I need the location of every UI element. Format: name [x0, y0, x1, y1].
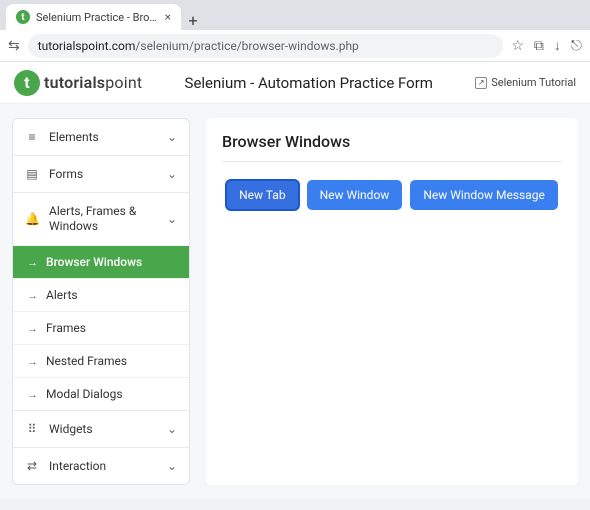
new-window-message-button[interactable]: New Window Message	[410, 180, 558, 210]
arrow-right-icon: →	[27, 256, 38, 269]
page-title: Selenium - Automation Practice Form	[150, 74, 467, 92]
sidebar-label: Alerts, Frames & Windows	[49, 204, 157, 234]
sidebar-item-label: Modal Dialogs	[46, 387, 123, 401]
grid-icon: ⠿	[25, 422, 39, 436]
sidebar-head-interaction[interactable]: ⇄ Interaction ⌄	[13, 448, 189, 484]
sidebar-section-forms: ▤ Forms ⌄	[13, 156, 189, 193]
arrow-right-icon: →	[27, 322, 38, 335]
form-icon: ▤	[25, 167, 39, 181]
chevron-down-icon: ⌄	[167, 130, 177, 144]
tutorial-link-label: Selenium Tutorial	[491, 76, 576, 89]
sidebar-section-elements: ≡ Elements ⌄	[13, 119, 189, 156]
logo-text: tutorialspoint	[44, 73, 142, 92]
new-tab-button[interactable]: New Tab	[226, 180, 298, 210]
browser-tab[interactable]: t Selenium Practice - Browser ×	[6, 4, 181, 30]
sidebar-head-alerts[interactable]: 🔔 Alerts, Frames & Windows ⌄	[13, 193, 189, 245]
browser-tabbar: t Selenium Practice - Browser × +	[0, 0, 590, 30]
arrow-right-icon: →	[27, 355, 38, 368]
sidebar-section-alerts: 🔔 Alerts, Frames & Windows ⌄ → Browser W…	[13, 193, 189, 411]
sidebar-label: Widgets	[49, 422, 157, 436]
sidebar-item-modal-dialogs[interactable]: → Modal Dialogs	[13, 377, 189, 410]
chevron-down-icon: ⌄	[167, 212, 177, 226]
sidebar-item-label: Frames	[46, 321, 86, 335]
sidebar-item-label: Alerts	[46, 288, 78, 302]
page-body: ≡ Elements ⌄ ▤ Forms ⌄ 🔔 Alerts, Frames …	[0, 104, 590, 499]
close-icon[interactable]: ×	[165, 10, 171, 24]
chevron-down-icon: ⌄	[167, 459, 177, 473]
extension-icon[interactable]: ⧉	[534, 38, 544, 54]
sidebar-item-frames[interactable]: → Frames	[13, 311, 189, 344]
content-heading: Browser Windows	[222, 132, 562, 162]
tab-title: Selenium Practice - Browser	[36, 11, 159, 24]
new-tab-button[interactable]: +	[181, 11, 205, 30]
toolbar-right: ☆ ⧉ ↓ ⎋	[511, 37, 582, 54]
sidebar-item-label: Nested Frames	[46, 354, 127, 368]
list-icon: ≡	[25, 130, 39, 144]
site-header: t tutorialspoint Selenium - Automation P…	[0, 62, 590, 104]
sidebar-item-alerts[interactable]: → Alerts	[13, 278, 189, 311]
sidebar-section-interaction: ⇄ Interaction ⌄	[13, 448, 189, 484]
download-icon[interactable]: ↓	[554, 37, 561, 54]
star-icon[interactable]: ☆	[511, 38, 524, 54]
sidebar-label: Forms	[49, 167, 157, 181]
sidebar-item-nested-frames[interactable]: → Nested Frames	[13, 344, 189, 377]
sidebar-label: Interaction	[49, 459, 157, 473]
logo[interactable]: t tutorialspoint	[14, 70, 142, 96]
sidebar-label: Elements	[49, 130, 157, 144]
selenium-tutorial-link[interactable]: ↗ Selenium Tutorial	[475, 76, 576, 89]
sidebar-item-label: Browser Windows	[46, 255, 142, 269]
arrow-right-icon: →	[27, 289, 38, 302]
main-content: Browser Windows New Tab New Window New W…	[206, 118, 578, 485]
chevron-down-icon: ⌄	[167, 167, 177, 181]
button-row: New Tab New Window New Window Message	[222, 180, 562, 210]
sidebar: ≡ Elements ⌄ ▤ Forms ⌄ 🔔 Alerts, Frames …	[12, 118, 190, 485]
arrow-right-icon: →	[27, 388, 38, 401]
logo-icon: t	[14, 70, 40, 96]
bell-icon: 🔔	[25, 212, 39, 226]
address-bar: ⇆ tutorialspoint.com/selenium/practice/b…	[0, 30, 590, 62]
sidebar-section-widgets: ⠿ Widgets ⌄	[13, 411, 189, 448]
sidebar-head-forms[interactable]: ▤ Forms ⌄	[13, 156, 189, 192]
sidebar-head-widgets[interactable]: ⠿ Widgets ⌄	[13, 411, 189, 447]
url-field[interactable]: tutorialspoint.com/selenium/practice/bro…	[28, 34, 504, 58]
favicon-icon: t	[16, 10, 30, 24]
new-window-button[interactable]: New Window	[307, 180, 403, 210]
site-info-icon[interactable]: ⇆	[8, 38, 20, 54]
sidebar-item-browser-windows[interactable]: → Browser Windows	[13, 245, 189, 278]
sidebar-subitems-alerts: → Browser Windows → Alerts → Frames → Ne…	[13, 245, 189, 410]
url-domain: tutorialspoint.com	[38, 39, 136, 53]
chevron-down-icon: ⌄	[167, 422, 177, 436]
external-link-icon: ↗	[475, 77, 487, 89]
swap-icon: ⇄	[25, 459, 39, 473]
url-path: /selenium/practice/browser-windows.php	[135, 39, 358, 53]
sidebar-head-elements[interactable]: ≡ Elements ⌄	[13, 119, 189, 155]
profile-icon[interactable]: ⎋	[571, 38, 582, 54]
